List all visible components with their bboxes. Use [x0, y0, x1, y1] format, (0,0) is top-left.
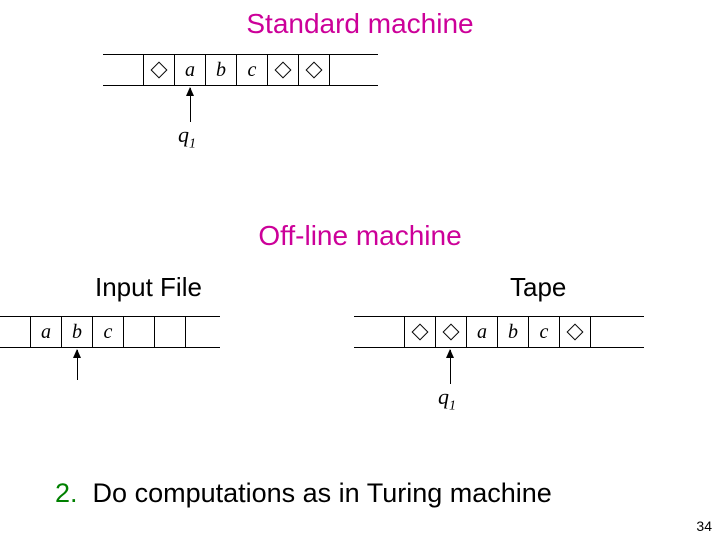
blank-icon: [306, 62, 323, 79]
offline-tape: a b c: [404, 316, 591, 348]
blank-icon: [567, 324, 584, 341]
head-arrow-icon: [190, 88, 191, 122]
head-arrow-icon: [450, 350, 451, 384]
step-instruction: 2. Do computations as in Turing machine: [55, 478, 552, 509]
page-number: 34: [696, 518, 712, 534]
tape-cell: [404, 316, 436, 348]
state-label: q1: [178, 122, 196, 152]
tape-cell: b: [205, 54, 237, 86]
tape-cell: a: [174, 54, 206, 86]
blank-icon: [275, 62, 292, 79]
blank-icon: [443, 324, 460, 341]
tape-cell: b: [61, 316, 93, 348]
tape-cell: b: [497, 316, 529, 348]
tape-cell: [154, 316, 186, 348]
step-number: 2.: [55, 478, 78, 508]
tape-cell: [143, 54, 175, 86]
state-sub: 1: [189, 136, 196, 151]
tape-cell: c: [528, 316, 560, 348]
offline-machine-title: Off-line machine: [0, 220, 720, 252]
tape-cell: [267, 54, 299, 86]
input-file-tape: a b c: [30, 316, 186, 348]
standard-tape: a b c: [143, 54, 330, 86]
head-arrow-icon: [77, 350, 78, 380]
tape-cell: c: [236, 54, 268, 86]
tape-label: Tape: [510, 272, 566, 303]
tape-cell: [298, 54, 330, 86]
blank-icon: [412, 324, 429, 341]
input-file-label: Input File: [95, 272, 202, 303]
tape-cell: c: [92, 316, 124, 348]
standard-machine-title: Standard machine: [0, 8, 720, 40]
state-q: q: [178, 122, 189, 147]
state-label: q1: [438, 384, 456, 414]
step-text: Do computations as in Turing machine: [93, 478, 552, 508]
tape-cell: [435, 316, 467, 348]
tape-cell: [123, 316, 155, 348]
state-q: q: [438, 384, 449, 409]
tape-cell: a: [30, 316, 62, 348]
tape-cell: a: [466, 316, 498, 348]
state-sub: 1: [449, 398, 456, 413]
blank-icon: [151, 62, 168, 79]
tape-cell: [559, 316, 591, 348]
